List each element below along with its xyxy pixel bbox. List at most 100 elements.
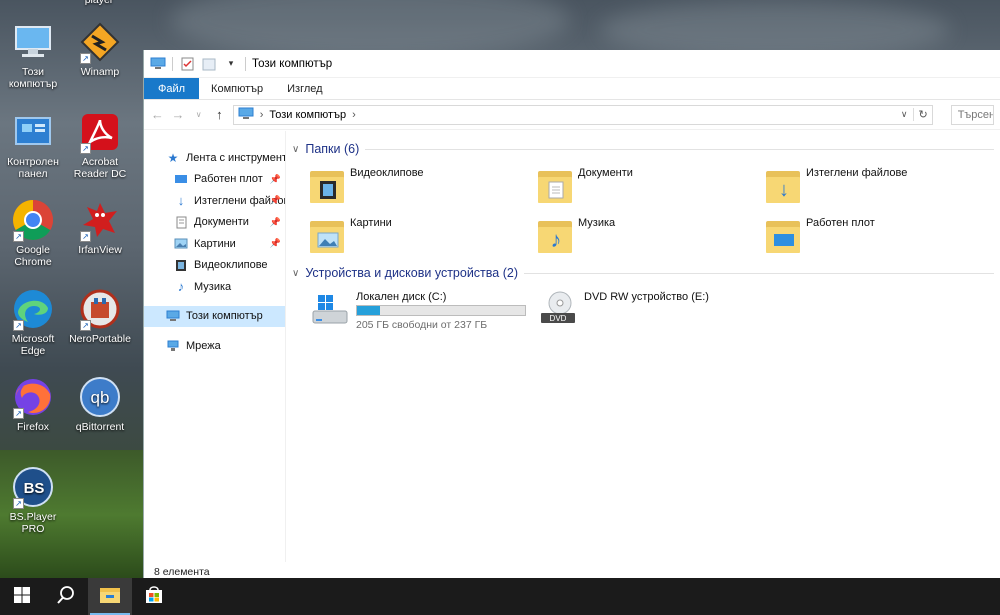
folders-grid: Видеоклипове Документи ↓ Изтеглени файло… — [292, 159, 994, 261]
desktop-icon-chrome[interactable]: ↗ Google Chrome — [0, 198, 66, 268]
shortcut-arrow-icon: ↗ — [80, 53, 91, 64]
desktop-icon-control-panel[interactable]: Контролен панел — [0, 110, 66, 180]
bsplayer-icon: BS ↗ — [11, 465, 55, 509]
desktop-icon-firefox[interactable]: ↗ Firefox — [0, 375, 66, 433]
address-bar[interactable]: › Този компютър › ∨ ↻ — [232, 104, 933, 125]
download-icon: ↓ — [177, 193, 185, 209]
nav-item-downloads[interactable]: ↓ Изтеглени файлове 📌 — [144, 190, 285, 212]
shortcut-arrow-icon: ↗ — [80, 231, 91, 242]
desktop-icon-acrobat[interactable]: ↗ Acrobat Reader DC — [67, 110, 133, 180]
desktop-icon-irfanview[interactable]: ↗ IrfanView — [67, 198, 133, 256]
new-folder-icon[interactable] — [201, 57, 217, 71]
nav-item-label: Видеоклипове — [194, 259, 268, 272]
chevron-right-icon[interactable]: › — [352, 109, 356, 121]
tab-view[interactable]: Изглед — [275, 78, 334, 99]
desktop-icon-label: NeroPortable — [69, 333, 131, 345]
desktop-icon-qbittorrent[interactable]: qb qBittorrent — [67, 375, 133, 433]
computer-icon — [150, 57, 166, 71]
properties-icon[interactable] — [179, 57, 195, 71]
chrome-icon: ↗ — [11, 198, 55, 242]
desktop-icon-nero[interactable]: ↗ NeroPortable — [67, 287, 133, 345]
nero-icon: ↗ — [78, 287, 122, 331]
folder-music[interactable]: ♪ Музика — [538, 211, 766, 261]
nav-item-network[interactable]: Мрежа — [144, 335, 285, 357]
file-explorer-window: ▾ Този компютър Файл Компютър Изглед ← →… — [143, 50, 1000, 580]
nav-item-this-pc[interactable]: Този компютър — [144, 305, 285, 327]
breadcrumb-item[interactable]: Този компютър — [269, 109, 346, 121]
search-button[interactable] — [44, 578, 88, 615]
folder-pictures[interactable]: Картини — [310, 211, 538, 261]
desktop-icon-this-pc[interactable]: Този компютър — [0, 20, 66, 90]
taskbar-file-explorer[interactable] — [88, 578, 132, 615]
pin-icon[interactable]: 📌 — [270, 174, 281, 185]
nav-item-pictures[interactable]: Картини 📌 — [144, 233, 285, 255]
folder-downloads[interactable]: ↓ Изтеглени файлове — [766, 161, 994, 211]
window-title: Този компютър — [252, 57, 333, 70]
title-bar: ▾ Този компютър — [144, 50, 1000, 78]
chevron-down-icon[interactable]: ▾ — [223, 57, 239, 71]
nav-item-label: Картини — [194, 237, 236, 250]
desktop-icon-edge[interactable]: ↗ Microsoft Edge — [0, 287, 66, 357]
drive-usage-fill — [357, 306, 380, 315]
dvd-drive-icon: DVD — [538, 289, 578, 329]
search-placeholder: Търсене — [957, 108, 993, 121]
nav-item-label: Работен плот — [194, 173, 263, 186]
taskbar-store[interactable] — [132, 578, 176, 615]
irfanview-icon: ↗ — [78, 198, 122, 242]
drives-group-header[interactable]: ∨ Устройства и дискови устройства (2) — [292, 263, 994, 283]
up-arrow-icon[interactable]: ↑ — [212, 107, 227, 122]
pin-icon[interactable]: 📌 — [270, 217, 281, 228]
desktop-icon-winamp[interactable]: ↗ Winamp — [67, 20, 133, 78]
desktop-icon-label: BS.Player PRO — [9, 511, 57, 535]
svg-text:qb: qb — [91, 388, 110, 407]
refresh-icon[interactable]: ↻ — [913, 108, 928, 121]
dropdown-chevron-icon[interactable]: ∨ — [901, 109, 908, 120]
shortcut-arrow-icon: ↗ — [80, 320, 91, 331]
acrobat-icon: ↗ — [78, 110, 122, 154]
back-arrow-icon[interactable]: ← — [150, 107, 165, 122]
navigation-pane: ★ Лента с инструменти Работен плот 📌 ↓ И… — [144, 131, 286, 562]
videos-icon — [174, 259, 188, 272]
forward-arrow-icon[interactable]: → — [171, 107, 186, 122]
videos-folder-icon — [310, 167, 344, 205]
music-folder-icon: ♪ — [538, 217, 572, 255]
folder-desktop[interactable]: Работен плот — [766, 211, 994, 261]
drive-local-c[interactable]: Локален диск (C:) 205 ГБ свободни от 237… — [310, 289, 538, 331]
chevron-down-icon[interactable]: ∨ — [292, 144, 299, 155]
search-input[interactable]: Търсене — [950, 104, 995, 125]
folder-documents[interactable]: Документи — [538, 161, 766, 211]
drive-dvd-e[interactable]: DVD DVD RW устройство (E:) — [538, 289, 766, 331]
desktop-icon-label: Winamp — [80, 66, 120, 78]
folder-videos[interactable]: Видеоклипове — [310, 161, 538, 211]
group-title: Устройства и дискови устройства (2) — [305, 266, 518, 280]
nav-item-videos[interactable]: Видеоклипове — [144, 255, 285, 277]
nav-item-quick-access[interactable]: ★ Лента с инструменти — [144, 147, 285, 169]
nav-item-desktop[interactable]: Работен плот 📌 — [144, 169, 285, 191]
desktop-folder-icon — [766, 217, 800, 255]
recent-chevron-icon[interactable]: ∨ — [191, 110, 206, 119]
group-title: Папки (6) — [305, 142, 360, 156]
hard-drive-icon — [310, 289, 350, 329]
nav-item-label: Лента с инструменти — [186, 151, 285, 164]
pin-icon[interactable]: 📌 — [270, 195, 281, 206]
folder-label: Изтеглени файлове — [806, 167, 908, 179]
start-button[interactable] — [0, 578, 44, 615]
desktop-icon-bsplayer[interactable]: BS ↗ BS.Player PRO — [0, 465, 66, 535]
windows-logo-icon — [14, 587, 30, 606]
file-explorer-icon — [99, 586, 121, 607]
shortcut-arrow-icon: ↗ — [13, 498, 24, 509]
tab-file[interactable]: Файл — [144, 78, 200, 99]
tab-computer[interactable]: Компютър — [199, 78, 275, 99]
desktop-icon-label: qBittorrent — [75, 421, 125, 433]
control-panel-icon — [11, 110, 55, 154]
chevron-right-icon[interactable]: › — [260, 109, 264, 121]
pin-icon[interactable]: 📌 — [270, 238, 281, 249]
chevron-down-icon[interactable]: ∨ — [292, 268, 299, 279]
nav-item-label: Мрежа — [186, 339, 221, 352]
dvd-badge: DVD — [550, 314, 567, 323]
shortcut-arrow-icon: ↗ — [13, 231, 24, 242]
folders-group-header[interactable]: ∨ Папки (6) — [292, 139, 994, 159]
nav-item-music[interactable]: ♪ Музика — [144, 276, 285, 298]
divider — [245, 56, 246, 71]
nav-item-documents[interactable]: Документи 📌 — [144, 212, 285, 234]
